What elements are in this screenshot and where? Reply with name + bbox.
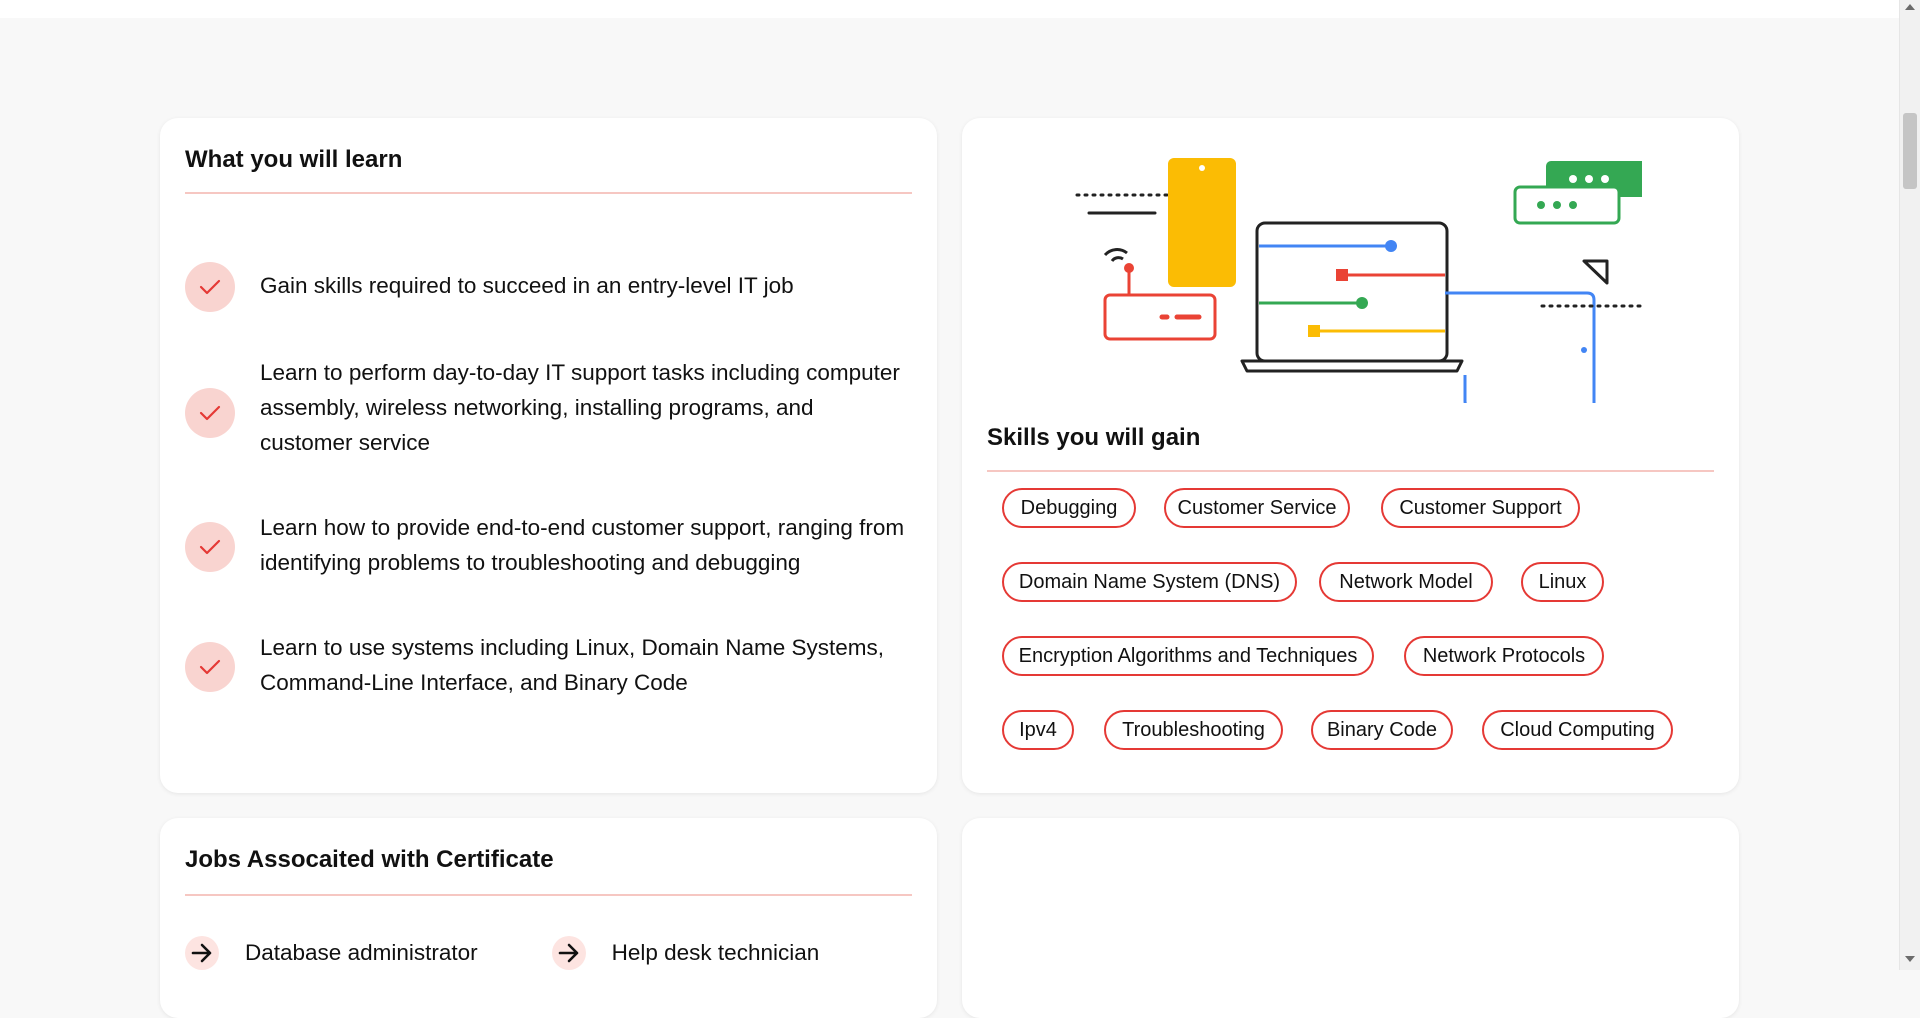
learn-item: Learn to perform day-to-day IT support t… [185,355,912,460]
skills-section-title: Skills you will gain [987,424,1201,451]
learn-item-text: Learn how to provide end-to-end customer… [260,515,905,575]
learn-item: Learn to use systems including Linux, Do… [185,630,912,700]
skill-tag[interactable]: Network Protocols [1404,636,1604,676]
skill-tag[interactable]: Network Model [1319,562,1493,602]
job-item-label: Database administrator [245,940,478,965]
learn-item-text: Learn to use systems including Linux, Do… [260,635,885,695]
learn-item: Gain skills required to succeed in an en… [185,262,912,312]
skill-tag[interactable]: Encryption Algorithms and Techniques [1002,636,1374,676]
page-scrollbar[interactable] [1899,0,1920,970]
skill-tag[interactable]: Ipv4 [1002,710,1074,750]
skill-tag[interactable]: Binary Code [1311,710,1453,750]
jobs-title-divider [185,894,912,896]
learn-item: Learn how to provide end-to-end customer… [185,510,912,580]
jobs-card: Jobs Assocaited with Certificate Databas… [160,818,937,1018]
skill-tag[interactable]: Linux [1521,562,1604,602]
learn-title-divider [185,192,912,194]
job-item: Database administrator [185,936,478,970]
skill-tag[interactable]: Customer Support [1381,488,1580,528]
learn-item-text: Gain skills required to succeed in an en… [260,273,794,298]
skills-title-divider [987,470,1714,472]
it-support-illustration [1075,158,1642,403]
check-icon [185,262,235,312]
skills-card: Skills you will gain Debugging Customer … [962,118,1739,793]
skill-tag[interactable]: Customer Service [1164,488,1350,528]
check-icon [185,522,235,572]
job-item: Help desk technician [551,936,820,970]
jobs-list: Database administrator Help desk technic… [185,936,893,970]
skill-tag[interactable]: Cloud Computing [1482,710,1673,750]
check-icon [185,642,235,692]
arrow-right-icon [551,936,586,970]
what-you-will-learn-card: What you will learn Gain skills required… [160,118,937,793]
arrow-right-icon [185,936,219,970]
jobs-section-title: Jobs Assocaited with Certificate [185,846,554,873]
learn-section-title: What you will learn [185,146,403,173]
check-icon [185,388,235,438]
skill-tag[interactable]: Troubleshooting [1104,710,1283,750]
browser-top-strip [0,0,1900,18]
scrollbar-thumb[interactable] [1903,113,1917,189]
scroll-down-arrow-icon[interactable] [1905,956,1915,962]
learn-item-text: Learn to perform day-to-day IT support t… [260,360,900,455]
skill-tag[interactable]: Debugging [1002,488,1136,528]
job-item-label: Help desk technician [611,940,820,965]
skill-tag[interactable]: Domain Name System (DNS) [1002,562,1297,602]
scroll-up-arrow-icon[interactable] [1905,4,1915,10]
empty-card [962,818,1739,1018]
